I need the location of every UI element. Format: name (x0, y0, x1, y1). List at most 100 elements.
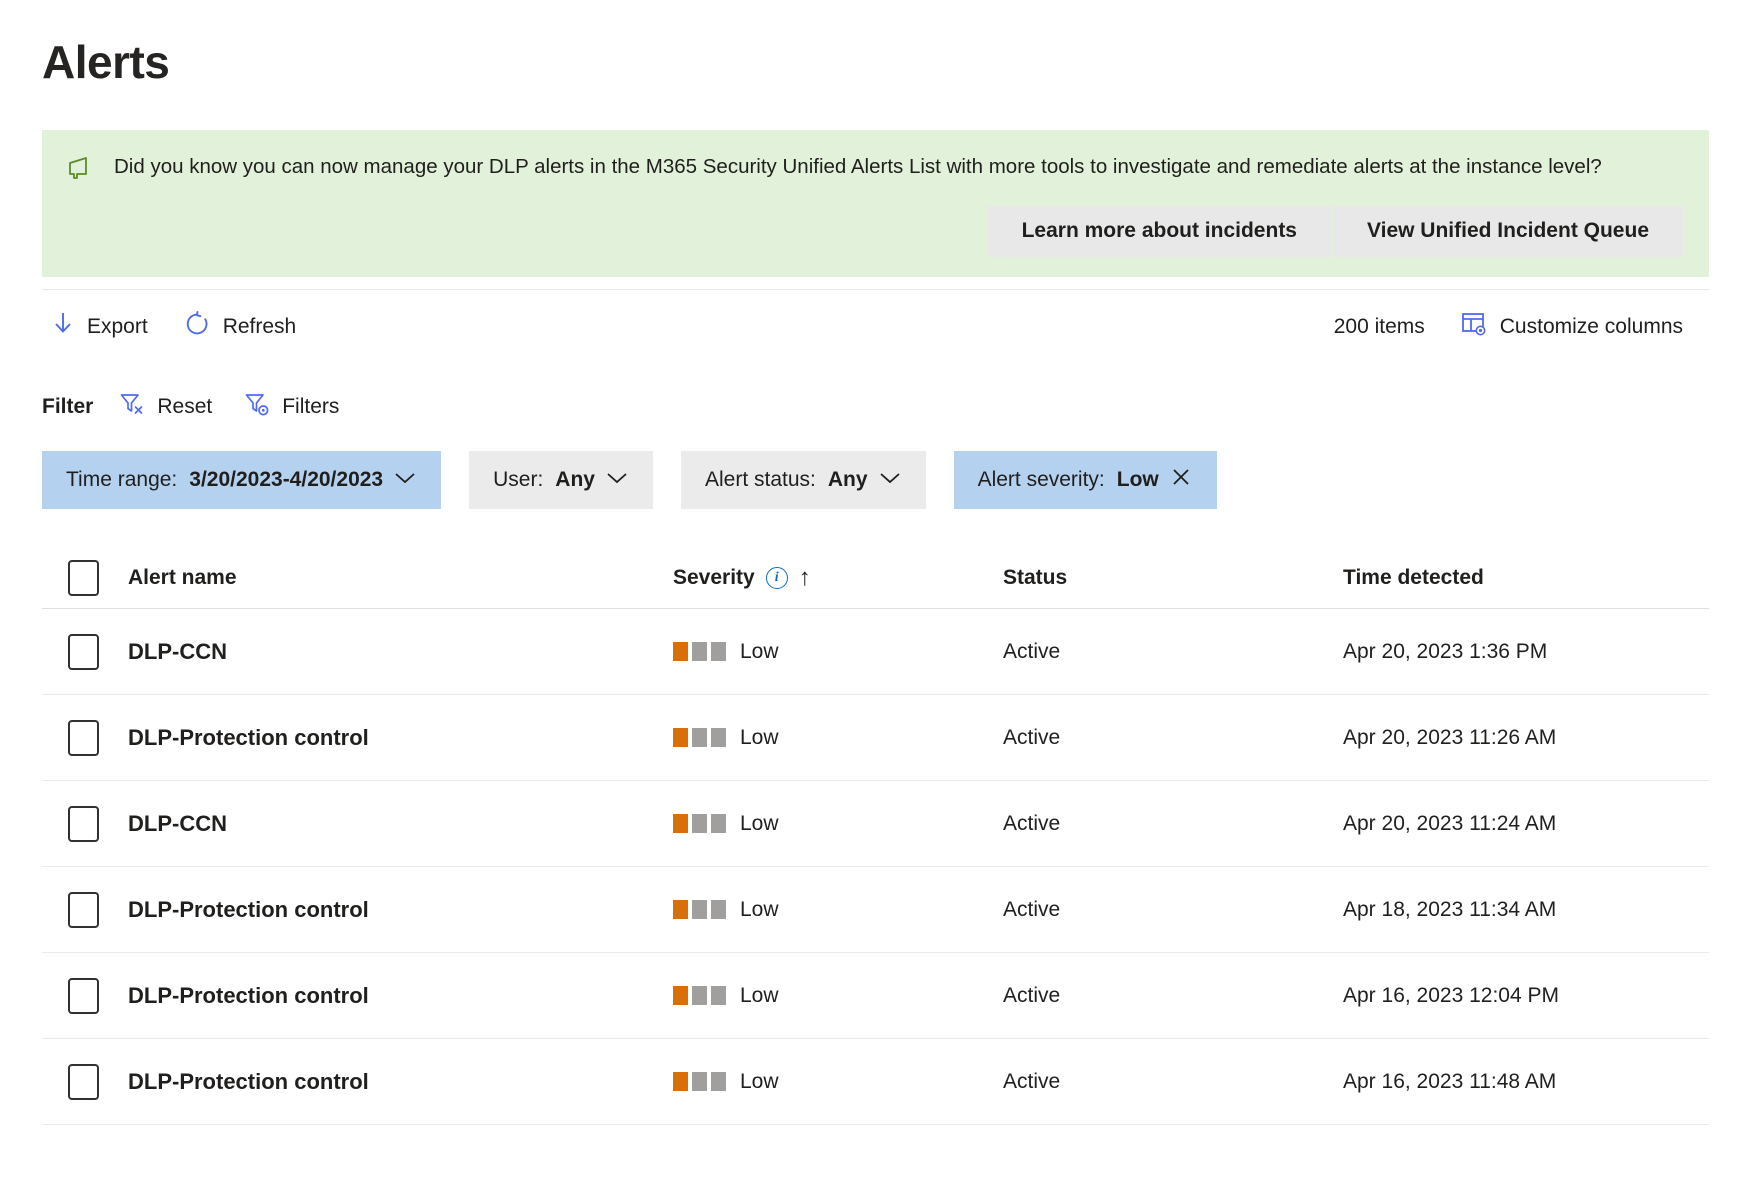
alerts-table: Alert name Severity i ↑ Status Time dete… (42, 547, 1709, 1126)
banner-actions: Learn more about incidents View Unified … (68, 206, 1683, 258)
severity-block (673, 728, 688, 748)
column-header-time-detected[interactable]: Time detected (1343, 566, 1709, 590)
severity-indicator: Low (673, 812, 779, 836)
severity-indicator: Low (673, 640, 779, 664)
export-button[interactable]: Export (42, 305, 158, 349)
customize-columns-button[interactable]: Customize columns (1451, 305, 1693, 349)
alert-status-key: Alert status: (704, 468, 816, 492)
info-icon[interactable]: i (765, 566, 788, 589)
table-row[interactable]: DLP-CCN Low Active Apr 20, 2023 1:36 PM (42, 609, 1709, 696)
sort-ascending-icon[interactable]: ↑ (799, 565, 811, 590)
severity-blocks (673, 986, 726, 1006)
status-cell: Active (1003, 811, 1061, 835)
severity-cell: Low (673, 812, 1003, 836)
severity-block (711, 728, 726, 748)
time-detected-cell: Apr 16, 2023 12:04 PM (1343, 983, 1559, 1007)
alert-name-cell[interactable]: DLP-Protection control (128, 725, 673, 751)
row-checkbox[interactable] (68, 805, 99, 842)
alert-name-cell[interactable]: DLP-CCN (128, 811, 673, 837)
row-checkbox[interactable] (68, 633, 99, 670)
chevron-down-icon[interactable] (878, 468, 902, 492)
alert-name-cell[interactable]: DLP-Protection control (128, 897, 673, 923)
learn-more-about-incidents-button[interactable]: Learn more about incidents (987, 206, 1331, 258)
severity-cell: Low (673, 640, 1003, 664)
page-title: Alerts (42, 36, 170, 88)
view-unified-incident-queue-button[interactable]: View Unified Incident Queue (1333, 206, 1683, 258)
severity-block (711, 1072, 726, 1092)
severity-indicator: Low (673, 984, 779, 1008)
alert-name-cell[interactable]: DLP-Protection control (128, 983, 673, 1009)
reset-filters-button[interactable]: Reset (117, 387, 214, 427)
banner-content: Did you know you can now manage your DLP… (68, 152, 1683, 184)
command-bar-right: 200 items Customize columns (1334, 305, 1709, 349)
row-checkbox[interactable] (68, 891, 99, 928)
column-header-alert-name[interactable]: Alert name (128, 566, 673, 590)
chevron-down-icon[interactable] (393, 468, 417, 492)
time-detected-cell: Apr 16, 2023 11:48 AM (1343, 1069, 1557, 1093)
time-detected-cell: Apr 20, 2023 11:24 AM (1343, 811, 1557, 835)
severity-label: Low (740, 811, 779, 835)
table-row[interactable]: DLP-CCN Low Active Apr 20, 2023 11:24 AM (42, 781, 1709, 868)
row-checkbox[interactable] (68, 719, 99, 756)
funnel-settings-icon (244, 391, 270, 423)
table-row[interactable]: DLP-Protection control Low Active Apr 18, 2… (42, 867, 1709, 954)
filter-label: Filter (42, 395, 94, 419)
filter-pill-alert-severity[interactable]: Alert severity: Low (953, 451, 1217, 510)
column-header-status[interactable]: Status (1003, 566, 1343, 590)
severity-block (673, 642, 688, 662)
select-all-checkbox[interactable] (68, 559, 99, 596)
filters-button[interactable]: Filters (242, 387, 341, 427)
severity-block (673, 814, 688, 834)
alert-severity-value: Low (1116, 468, 1159, 492)
row-checkbox[interactable] (68, 1063, 99, 1100)
filter-bar: Filter Reset Filters (42, 385, 1709, 429)
time-range-key: Time range: (66, 468, 178, 492)
severity-block (711, 900, 726, 920)
severity-indicator: Low (673, 898, 779, 922)
close-icon[interactable] (1169, 465, 1193, 495)
table-row[interactable]: DLP-Protection control Low Active Apr 20, 2… (42, 695, 1709, 782)
alert-severity-key: Alert severity: (977, 468, 1105, 492)
announcement-banner: Did you know you can now manage your DLP… (42, 130, 1709, 278)
severity-label: Low (740, 639, 779, 663)
filter-pill-user[interactable]: User: Any (469, 451, 653, 510)
row-select-cell (42, 1063, 128, 1100)
severity-block (692, 1072, 707, 1092)
table-row[interactable]: DLP-Protection control Low Active Apr 16, 2… (42, 1039, 1709, 1126)
status-cell: Active (1003, 639, 1061, 663)
severity-blocks (673, 900, 726, 920)
export-label: Export (87, 314, 148, 338)
severity-blocks (673, 642, 726, 662)
severity-block (692, 900, 707, 920)
reset-label: Reset (157, 395, 213, 419)
status-cell: Active (1003, 897, 1061, 921)
severity-block (673, 900, 688, 920)
row-select-cell (42, 805, 128, 842)
severity-indicator: Low (673, 1070, 779, 1094)
severity-blocks (673, 1072, 726, 1092)
row-select-cell (42, 891, 128, 928)
filter-pill-alert-status[interactable]: Alert status: Any (680, 451, 926, 510)
time-detected-cell: Apr 20, 2023 11:26 AM (1343, 725, 1557, 749)
severity-cell: Low (673, 984, 1003, 1008)
time-detected-cell: Apr 20, 2023 1:36 PM (1343, 639, 1548, 663)
severity-label: Low (740, 725, 779, 749)
command-bar: Export Refresh 200 items Customize colum… (42, 289, 1709, 363)
filter-pill-time-range[interactable]: Time range: 3/20/2023-4/20/2023 (42, 451, 442, 510)
status-cell: Active (1003, 983, 1061, 1007)
row-select-cell (42, 977, 128, 1014)
column-header-severity-label: Severity (673, 565, 755, 589)
severity-block (692, 814, 707, 834)
time-range-value: 3/20/2023-4/20/2023 (189, 468, 384, 492)
refresh-button[interactable]: Refresh (174, 305, 307, 349)
chevron-down-icon[interactable] (605, 468, 629, 492)
row-checkbox[interactable] (68, 977, 99, 1014)
alert-name-cell[interactable]: DLP-CCN (128, 639, 673, 665)
column-header-severity[interactable]: Severity i ↑ (673, 565, 1003, 590)
severity-block (692, 728, 707, 748)
status-cell: Active (1003, 725, 1061, 749)
table-row[interactable]: DLP-Protection control Low Active Apr 16, 2… (42, 953, 1709, 1040)
severity-blocks (673, 728, 726, 748)
command-bar-left: Export Refresh (42, 305, 322, 349)
alert-name-cell[interactable]: DLP-Protection control (128, 1069, 673, 1095)
